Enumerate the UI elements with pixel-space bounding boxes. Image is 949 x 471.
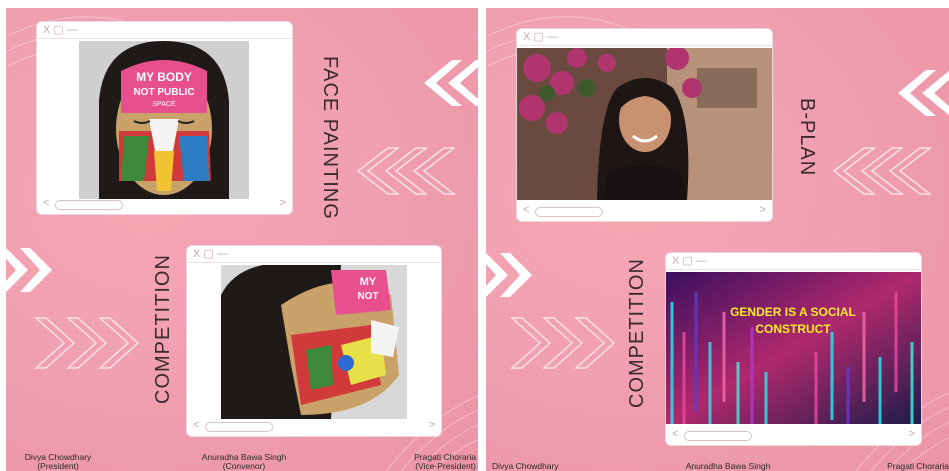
scroll-right-icon[interactable]: > bbox=[429, 419, 435, 431]
scroll-right-icon[interactable]: > bbox=[909, 428, 915, 440]
face-profile-photo: MY NOT bbox=[221, 265, 407, 419]
face-text-line1: MY bbox=[360, 276, 377, 288]
banner-text-line2: CONSTRUCT bbox=[755, 322, 831, 336]
window-controls[interactable]: X ▢ — bbox=[193, 247, 228, 261]
chevron-solid-icon bbox=[898, 70, 949, 116]
chevron-outline-icon bbox=[356, 147, 457, 195]
face-text-line3: SPACE bbox=[152, 101, 176, 108]
scroll-thumb[interactable] bbox=[55, 200, 123, 210]
window-controls[interactable]: X ▢ — bbox=[672, 254, 707, 268]
footer-convenor: Anuradha Bawa Singh bbox=[676, 462, 780, 471]
convenor-name: Anuradha Bawa Singh bbox=[685, 461, 771, 471]
photo-window-competition: X ▢ — MY NOT < > bbox=[186, 245, 442, 437]
banner-window-gender: X ▢ — GENDER IS A SOCIAL CONSTRUCT < > bbox=[665, 252, 922, 446]
footer-convenor: Anuradha Bawa Singh (Convenor) bbox=[192, 453, 296, 471]
title-competition: COMPETITION bbox=[626, 258, 648, 408]
window-titlebar: X ▢ — bbox=[517, 29, 772, 46]
footer-vice-president: Pragati Choraria (Vice-President) bbox=[392, 453, 476, 471]
scroll-thumb[interactable] bbox=[684, 431, 752, 441]
convenor-role: (Convenor) bbox=[222, 461, 266, 471]
face-text-line2: NOT bbox=[357, 291, 378, 302]
window-scrollbar[interactable]: < > bbox=[666, 427, 921, 445]
window-scrollbar[interactable]: < > bbox=[37, 196, 292, 214]
vice-president-name: Pragati Choraria bbox=[887, 461, 949, 471]
window-scrollbar[interactable]: < > bbox=[517, 203, 772, 221]
scroll-left-icon[interactable]: < bbox=[193, 419, 199, 431]
right-poster: X ▢ — < > B-PLAN X ▢ — GENDER IS A SOCIA… bbox=[486, 8, 949, 471]
window-titlebar: X ▢ — bbox=[666, 253, 921, 270]
footer-president: Divya Chowdhary (President) bbox=[12, 453, 104, 471]
window-scrollbar[interactable]: < > bbox=[187, 418, 441, 436]
portrait-photo bbox=[517, 48, 772, 200]
scroll-right-icon[interactable]: > bbox=[760, 204, 766, 216]
president-name: Divya Chowdhary bbox=[492, 461, 559, 471]
scroll-left-icon[interactable]: < bbox=[43, 197, 49, 209]
window-controls[interactable]: X ▢ — bbox=[523, 30, 558, 44]
president-role: (President) bbox=[37, 461, 79, 471]
footer-vice-president: Pragati Choraria bbox=[876, 462, 949, 471]
face-text-line1: MY BODY bbox=[136, 70, 192, 84]
scroll-thumb[interactable] bbox=[535, 207, 603, 217]
vice-president-role: (Vice-President) bbox=[415, 461, 476, 471]
title-b-plan: B-PLAN bbox=[796, 98, 818, 177]
chevron-outline-icon bbox=[832, 147, 933, 195]
footer-president: Divya Chowdhary bbox=[492, 462, 572, 471]
left-poster: X ▢ — MY BODY NOT PUBLIC SPACE < > FACE … bbox=[6, 8, 478, 471]
scroll-thumb[interactable] bbox=[205, 422, 273, 432]
window-titlebar: X ▢ — bbox=[187, 246, 441, 263]
title-face-painting: FACE PAINTING bbox=[319, 56, 341, 220]
face-painting-photo: MY BODY NOT PUBLIC SPACE bbox=[79, 41, 249, 199]
scroll-left-icon[interactable]: < bbox=[523, 204, 529, 216]
banner-text-line1: GENDER IS A SOCIAL bbox=[730, 305, 856, 319]
window-titlebar: X ▢ — bbox=[37, 22, 292, 39]
photo-window-face-painting: X ▢ — MY BODY NOT PUBLIC SPACE < > bbox=[36, 21, 293, 215]
gender-banner-image: GENDER IS A SOCIAL CONSTRUCT bbox=[666, 272, 921, 424]
scroll-right-icon[interactable]: > bbox=[280, 197, 286, 209]
title-competition: COMPETITION bbox=[152, 254, 174, 404]
chevron-solid-icon bbox=[424, 60, 478, 106]
photo-window-b-plan: X ▢ — < > bbox=[516, 28, 773, 222]
face-text-line2: NOT PUBLIC bbox=[133, 87, 194, 98]
window-controls[interactable]: X ▢ — bbox=[43, 23, 78, 37]
scroll-left-icon[interactable]: < bbox=[672, 428, 678, 440]
